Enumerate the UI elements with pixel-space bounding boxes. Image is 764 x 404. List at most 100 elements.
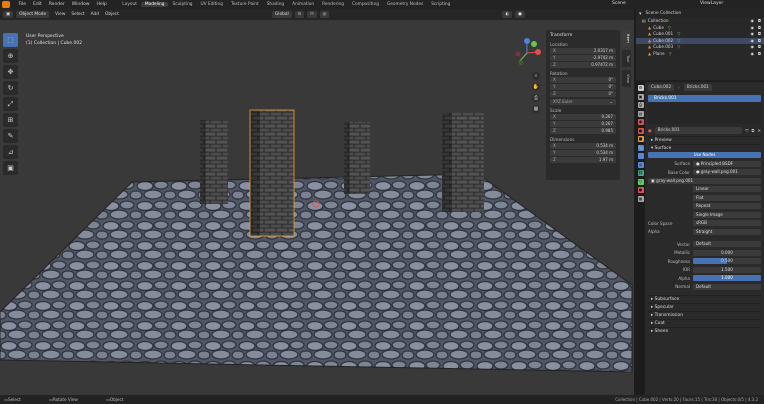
scene-selector[interactable]: Scene	[612, 1, 626, 6]
subsurface-section[interactable]: ▸ Subsurface	[648, 294, 761, 303]
object-props-icon[interactable]: ■	[637, 136, 644, 142]
menu-help[interactable]: Help	[93, 2, 110, 7]
object-name-crumb[interactable]: Cube.002	[648, 84, 675, 91]
rotation-mode-dropdown[interactable]: XYZ Euler ⌄	[550, 99, 616, 105]
pan-icon[interactable]: ✋	[532, 83, 540, 91]
menu-file[interactable]: File	[15, 2, 30, 7]
location-x-field[interactable]: X 2.0317 m	[550, 48, 616, 54]
view-layer-icon[interactable]: ▤	[637, 110, 644, 117]
transform-tool-icon[interactable]: ⊞	[3, 113, 18, 127]
pillar-cube-001[interactable]	[344, 122, 370, 194]
source-dropdown[interactable]: Single Image	[693, 211, 761, 218]
projection-dropdown[interactable]: Flat	[693, 194, 761, 201]
tab-item[interactable]: Item	[622, 30, 631, 47]
tab-tool[interactable]: Tool	[622, 50, 631, 67]
outliner-filter-icon[interactable]: ▾	[639, 11, 642, 17]
navigation-gizmo[interactable]	[512, 38, 542, 68]
tab-sculpting[interactable]: Sculpting	[168, 2, 196, 7]
material-name-field[interactable]: Bricks.001	[654, 127, 743, 134]
metallic-slider[interactable]: 0.000	[693, 249, 761, 256]
constraints-icon[interactable]: ⛓	[637, 170, 644, 176]
world-props-icon[interactable]: ●	[637, 127, 644, 134]
editor-type-button[interactable]: ▣	[3, 11, 14, 18]
output-props-icon[interactable]: ⎙	[637, 102, 644, 108]
base-color-field[interactable]: ● gray-wall.png.001	[693, 169, 761, 175]
particles-icon[interactable]: ∴	[637, 153, 644, 159]
visibility-eye-icon[interactable]: ◉	[751, 51, 755, 58]
mode-dropdown[interactable]: Object Mode	[16, 11, 50, 18]
fake-user-icon[interactable]: ⛉	[745, 128, 748, 133]
pillar-cube-003[interactable]	[442, 113, 484, 212]
use-nodes-button[interactable]: Use Nodes	[648, 152, 761, 158]
dimensions-x-field[interactable]: X 0.534 m	[550, 143, 616, 149]
camera-view-icon[interactable]: ⎙	[532, 94, 540, 102]
outliner-item-plane[interactable]: ▲ Plane ▽ ◉ ◘	[636, 51, 764, 58]
object-menu[interactable]: Object	[102, 12, 122, 17]
render-props-icon[interactable]: ▣	[637, 93, 644, 100]
render-camera-icon[interactable]: ◘	[758, 51, 761, 58]
scale-tool-icon[interactable]: ⤢	[3, 97, 18, 111]
interpolation-dropdown[interactable]: Linear	[693, 186, 761, 192]
alpha-mode-dropdown[interactable]: Straight	[693, 228, 761, 235]
colorspace-dropdown[interactable]: sRGB	[693, 220, 761, 226]
preview-section[interactable]: ▸ Preview	[648, 135, 761, 144]
rotation-z-field[interactable]: Z 0°	[550, 91, 616, 97]
tab-scripting[interactable]: Scripting	[427, 2, 454, 7]
select-menu[interactable]: Select	[68, 12, 87, 17]
blender-logo-icon[interactable]	[2, 1, 10, 8]
zoom-icon[interactable]: ⌕	[532, 72, 540, 80]
snap-icon[interactable]: ⊓	[307, 11, 317, 18]
scene-props-icon[interactable]: ◆	[637, 119, 644, 125]
scale-z-field[interactable]: Z 0.985	[550, 128, 616, 134]
unlink-icon[interactable]: ✕	[757, 128, 761, 133]
image-field[interactable]: ▣ gray-wall.png.001	[648, 177, 761, 184]
modifier-props-icon[interactable]: 🔧	[637, 144, 644, 151]
menu-render[interactable]: Render	[45, 2, 68, 7]
tab-shading[interactable]: Shading	[263, 2, 288, 7]
tab-view[interactable]: View	[622, 70, 631, 87]
tab-geometry-nodes[interactable]: Geometry Nodes	[383, 2, 427, 7]
surface-section[interactable]: ▾ Surface	[648, 143, 761, 152]
add-cube-tool-icon[interactable]: ▣	[3, 161, 18, 175]
location-z-field[interactable]: Z 0.97472 m	[550, 62, 616, 68]
physics-icon[interactable]: ◎	[637, 161, 644, 168]
dimensions-z-field[interactable]: Z 1.97 m	[550, 157, 616, 163]
vector-field[interactable]: Default	[693, 241, 761, 247]
sheen-section[interactable]: ▸ Sheen	[648, 326, 761, 335]
tab-uv-editing[interactable]: UV Editing	[197, 2, 227, 7]
rotate-tool-icon[interactable]: ↻	[3, 81, 18, 95]
rotation-x-field[interactable]: X 0°	[550, 77, 616, 83]
scale-x-field[interactable]: X 0.267	[550, 114, 616, 120]
viewlayer-selector[interactable]: ViewLayer	[700, 1, 723, 6]
pillar-cube[interactable]	[200, 120, 228, 204]
alpha-slider[interactable]: 1.000	[693, 275, 761, 281]
orientation-dropdown[interactable]: Global	[271, 11, 292, 18]
copy-icon[interactable]: ⧉	[751, 128, 754, 133]
coat-section[interactable]: ▸ Coat	[648, 318, 761, 327]
tab-animation[interactable]: Animation	[288, 2, 318, 7]
overlay-icon[interactable]: ◐	[502, 11, 513, 18]
material-props-icon[interactable]: ●	[637, 187, 644, 193]
tab-texture-paint[interactable]: Texture Paint	[227, 2, 263, 7]
annotate-tool-icon[interactable]: ✎	[3, 129, 18, 143]
proportional-icon[interactable]: ◎	[319, 11, 330, 18]
data-props-icon[interactable]: ▽	[637, 178, 644, 185]
pillar-cube-002[interactable]	[249, 109, 295, 237]
add-menu[interactable]: Add	[88, 12, 102, 17]
extension-dropdown[interactable]: Repeat	[693, 203, 761, 209]
tab-modeling[interactable]: Modeling	[140, 2, 169, 7]
ortho-toggle-icon[interactable]: ▦	[532, 105, 540, 113]
location-y-field[interactable]: Y -2.9742 m	[550, 55, 616, 61]
scale-y-field[interactable]: Y 0.267	[550, 121, 616, 127]
select-tool-icon[interactable]: ⬚	[3, 33, 18, 47]
menu-edit[interactable]: Edit	[30, 2, 46, 7]
view-menu[interactable]: View	[52, 12, 68, 17]
specular-section[interactable]: ▸ Specular	[648, 302, 761, 311]
normal-field[interactable]: Default	[693, 283, 761, 290]
material-name-crumb[interactable]: Bricks.001	[683, 84, 712, 91]
material-slot[interactable]: Bricks.001	[648, 95, 761, 102]
surface-shader-dropdown[interactable]: ● Principled BSDF	[693, 160, 761, 167]
tab-layout[interactable]: Layout	[118, 2, 141, 7]
cursor-tool-icon[interactable]: ⊕	[3, 49, 18, 63]
tab-rendering[interactable]: Rendering	[318, 2, 348, 7]
